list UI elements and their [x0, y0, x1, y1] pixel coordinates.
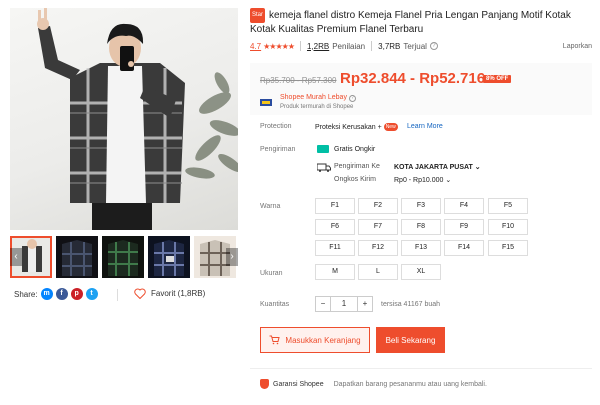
truck-icon	[317, 163, 331, 172]
cart-icon	[269, 335, 281, 345]
free-shipping-text: Gratis Ongkir	[334, 146, 376, 153]
chevron-down-icon: ⌄	[445, 177, 452, 184]
original-price: Rp35.700 - Rp57.300	[260, 76, 337, 85]
next-thumbnail-button[interactable]: ›	[226, 248, 238, 266]
product-stats: 4.7 ★★★★★ 1,2RB Penilaian 3,7RB Terjual …	[250, 41, 592, 51]
color-option[interactable]: F12	[358, 240, 398, 256]
chevron-left-icon: ‹	[14, 251, 18, 262]
rating-value[interactable]: 4.7	[250, 42, 261, 51]
promo-subtitle: Produk termurah di Shopee	[280, 104, 354, 110]
learn-more-link[interactable]: Learn More	[407, 123, 443, 130]
color-option[interactable]: F11	[315, 240, 355, 256]
messenger-icon[interactable]: m	[40, 288, 53, 300]
chevron-right-icon: ›	[230, 251, 234, 262]
rating-count[interactable]: 1,2RB	[307, 42, 329, 51]
current-price: Rp32.844 - Rp52.716	[340, 70, 486, 87]
color-option[interactable]: F9	[444, 219, 484, 235]
report-link[interactable]: Laporkan	[563, 43, 592, 50]
color-label: Warna	[260, 203, 281, 210]
color-option[interactable]: F4	[444, 198, 484, 214]
buy-now-button[interactable]: Beli Sekarang	[376, 327, 445, 353]
add-to-cart-button[interactable]: Masukkan Keranjang	[260, 327, 370, 353]
guarantee-desc: Dapatkan barang pesananmu atau uang kemb…	[333, 380, 487, 388]
shipping-cost-value[interactable]: Rp0 - Rp10.000 ⌄	[394, 176, 451, 184]
share-label: Share:	[14, 289, 38, 299]
shipping-cost-label: Ongkos Kirim	[334, 176, 377, 183]
protection-value: Proteksi Kerusakan + New	[315, 123, 398, 131]
twitter-icon[interactable]: t	[85, 288, 98, 300]
thumbnail-3[interactable]	[102, 236, 144, 278]
quantity-increase-button[interactable]: +	[357, 296, 373, 312]
ship-to-label: Pengiriman Ke	[334, 163, 380, 170]
quantity-label: Kuantitas	[260, 301, 290, 308]
info-icon[interactable]: ?	[429, 42, 438, 50]
color-option[interactable]: F14	[444, 240, 484, 256]
quantity-input[interactable]: 1	[330, 296, 358, 312]
shield-icon	[260, 379, 269, 389]
shopee-guarantee: Garansi Shopee Dapatkan barang pesananmu…	[250, 368, 592, 389]
favorite-button[interactable]: Favorit (1,8RB)	[134, 288, 205, 299]
sold-count: 3,7RB	[378, 41, 401, 51]
free-shipping-icon	[317, 145, 329, 153]
color-option[interactable]: F5	[488, 198, 528, 214]
size-option[interactable]: M	[315, 264, 355, 280]
thumbnail-2[interactable]	[56, 236, 98, 278]
favorite-label: Favorit (1,8RB)	[151, 289, 206, 298]
color-option[interactable]: F8	[401, 219, 441, 235]
guarantee-title: Garansi Shopee	[273, 380, 324, 388]
rating-stars-icon: ★★★★★	[263, 41, 295, 51]
pinterest-icon[interactable]: p	[70, 288, 83, 300]
rating-count-label: Penilaian	[332, 41, 366, 51]
facebook-icon[interactable]: f	[55, 288, 68, 300]
murah-lebay-logo	[260, 99, 272, 106]
share-divider	[117, 289, 118, 301]
heart-icon	[134, 288, 146, 299]
color-option[interactable]: F10	[488, 219, 528, 235]
thumbnail-strip: ‹ ›	[10, 236, 238, 280]
help-icon: ?	[348, 95, 356, 102]
star-seller-badge: Star	[250, 8, 266, 23]
ship-to-value[interactable]: KOTA JAKARTA PUSAT ⌄	[394, 163, 481, 171]
color-option[interactable]: F2	[358, 198, 398, 214]
promo-title[interactable]: Shopee Murah Lebay ?	[280, 94, 356, 102]
color-option[interactable]: F7	[358, 219, 398, 235]
protection-label: Protection	[260, 123, 292, 130]
color-option[interactable]: F3	[401, 198, 441, 214]
size-option[interactable]: XL	[401, 264, 441, 280]
color-option[interactable]: F1	[315, 198, 355, 214]
color-option[interactable]: F15	[488, 240, 528, 256]
main-product-image[interactable]	[10, 8, 238, 230]
shipping-label: Pengiriman	[260, 146, 296, 153]
size-label: Ukuran	[260, 270, 283, 277]
share-row: Share: m f p t	[14, 288, 98, 300]
stock-text: tersisa 41167 buah	[381, 301, 441, 308]
buy-now-label: Beli Sekarang	[385, 335, 436, 345]
prev-thumbnail-button[interactable]: ‹	[10, 248, 22, 266]
price-box: Rp35.700 - Rp57.300 Rp32.844 - Rp52.716 …	[250, 63, 592, 115]
quantity-decrease-button[interactable]: −	[315, 296, 331, 312]
add-to-cart-label: Masukkan Keranjang	[285, 335, 361, 345]
color-option[interactable]: F6	[315, 219, 355, 235]
discount-badge: 8% OFF	[483, 75, 512, 83]
thumbnail-4[interactable]	[148, 236, 190, 278]
chevron-down-icon: ⌄	[474, 164, 481, 171]
sold-label: Terjual	[403, 41, 427, 51]
color-option[interactable]: F13	[401, 240, 441, 256]
new-badge: New	[383, 123, 398, 131]
size-option[interactable]: L	[358, 264, 398, 280]
product-title: Star kemeja flanel distro Kemeja Flanel P…	[250, 8, 592, 36]
product-title-text: kemeja flanel distro Kemeja Flanel Pria …	[250, 10, 571, 35]
